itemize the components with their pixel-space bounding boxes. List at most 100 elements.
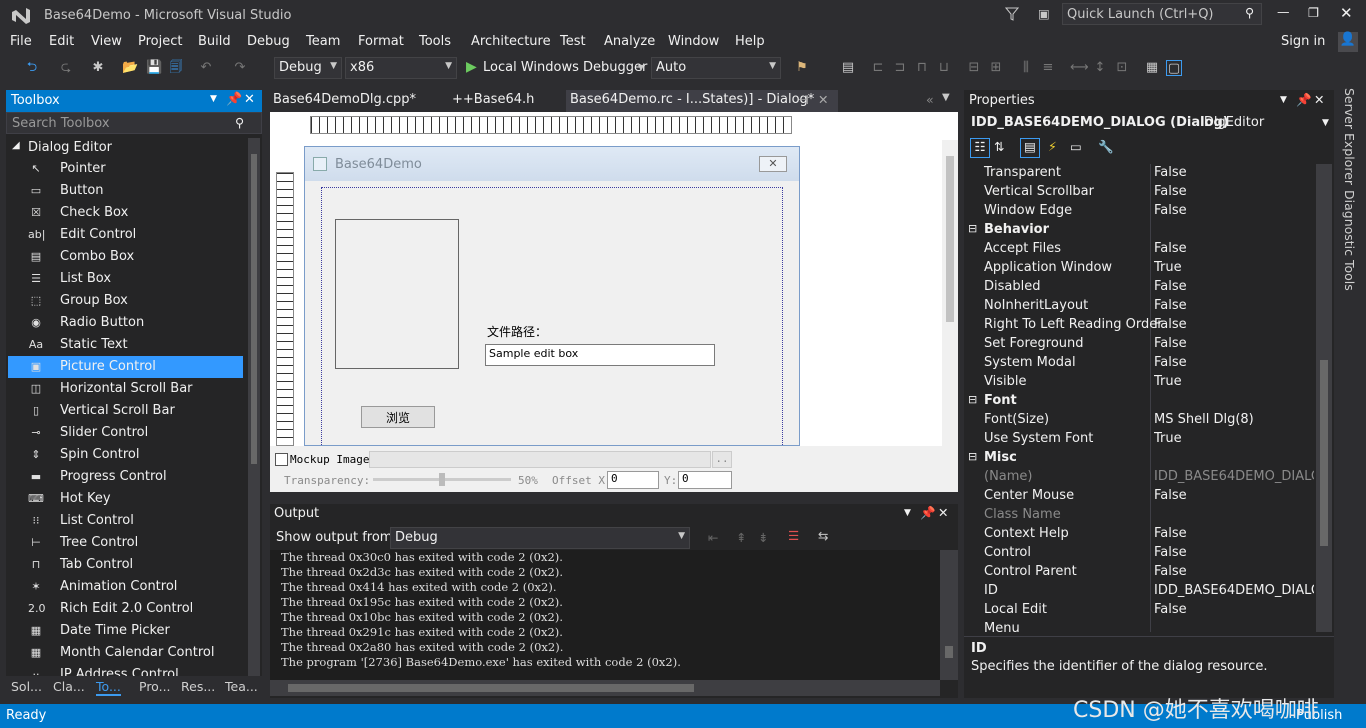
- feedback-icon[interactable]: ▣: [1038, 6, 1050, 21]
- property-row[interactable]: (Name) IDD_BASE64DEMO_DIALOG: [964, 468, 1314, 487]
- menu-test[interactable]: Test: [560, 34, 586, 49]
- toggle-guides-icon[interactable]: ▢: [1166, 60, 1182, 76]
- toolbox-item[interactable]: ☒ Check Box: [8, 202, 243, 224]
- toolbox-search-input[interactable]: Search Toolbox ⚲: [6, 112, 262, 134]
- toolbox-item[interactable]: ⊢ Tree Control: [8, 532, 243, 554]
- property-row[interactable]: Set Foreground False: [964, 335, 1314, 354]
- toolbox-item[interactable]: 2.0 Rich Edit 2.0 Control: [8, 598, 243, 620]
- property-row[interactable]: ID IDD_BASE64DEMO_DIALOG: [964, 582, 1314, 601]
- tab-property-manager[interactable]: Pro...: [139, 679, 171, 694]
- toolbox-item[interactable]: Aa Static Text: [8, 334, 243, 356]
- property-row[interactable]: Accept Files False: [964, 240, 1314, 259]
- property-row[interactable]: Disabled False: [964, 278, 1314, 297]
- menu-analyze[interactable]: Analyze: [604, 34, 655, 49]
- chevron-down-icon[interactable]: ▼: [1280, 95, 1287, 105]
- make-same-width-icon[interactable]: ⟷: [1070, 60, 1089, 76]
- property-row[interactable]: Class Name: [964, 506, 1314, 525]
- menu-architecture[interactable]: Architecture: [471, 34, 551, 49]
- property-value[interactable]: False: [1154, 203, 1314, 218]
- property-row[interactable]: NoInheritLayout False: [964, 297, 1314, 316]
- close-icon[interactable]: ✕: [1314, 92, 1324, 107]
- property-row[interactable]: Vertical Scrollbar False: [964, 183, 1314, 202]
- control-events-icon[interactable]: ⚡: [1048, 139, 1057, 154]
- sign-in-link[interactable]: Sign in: [1281, 34, 1325, 49]
- tab-class-view[interactable]: Cla...: [53, 679, 85, 694]
- toolbox-section-dialog-editor[interactable]: ◢ Dialog Editor: [6, 138, 246, 158]
- property-category[interactable]: ⊟ Behavior: [964, 221, 1314, 240]
- menu-view[interactable]: View: [91, 34, 122, 49]
- dialog-preview[interactable]: Base64Demo ✕ 文件路径： Sample edit box 浏览: [304, 146, 800, 446]
- close-icon[interactable]: ✕: [244, 92, 255, 107]
- tab-diagnostic-tools[interactable]: Diagnostic Tools: [1342, 190, 1357, 291]
- word-wrap-icon[interactable]: ⇆: [818, 528, 828, 543]
- open-file-icon[interactable]: 📂: [122, 60, 138, 76]
- account-icon[interactable]: 👤: [1338, 32, 1358, 52]
- toolbox-item[interactable]: ▦ Date Time Picker: [8, 620, 243, 642]
- pin-icon[interactable]: 📌: [1296, 92, 1312, 108]
- property-value[interactable]: False: [1154, 165, 1314, 180]
- toolbox-item[interactable]: ▦ Month Calendar Control: [8, 642, 243, 664]
- pin-icon[interactable]: 📌: [226, 92, 242, 107]
- output-hscroll-thumb[interactable]: [288, 684, 694, 692]
- space-down-icon[interactable]: ≡: [1040, 60, 1056, 76]
- toolbox-item[interactable]: ▣ Picture Control: [8, 356, 243, 378]
- property-row[interactable]: Context Help False: [964, 525, 1314, 544]
- debugger-mode-select[interactable]: Auto ▼: [651, 57, 781, 79]
- tab-resource-view[interactable]: Res...: [181, 679, 215, 694]
- chevron-down-icon[interactable]: ▼: [638, 63, 644, 72]
- menu-tools[interactable]: Tools: [419, 34, 451, 49]
- property-value[interactable]: False: [1154, 336, 1314, 351]
- toolbox-item[interactable]: ▯ Vertical Scroll Bar: [8, 400, 243, 422]
- menu-team[interactable]: Team: [306, 34, 340, 49]
- make-same-height-icon[interactable]: ↕: [1092, 60, 1108, 76]
- offset-y-spinner[interactable]: 0: [678, 471, 732, 489]
- toolbox-item[interactable]: ◫ Horizontal Scroll Bar: [8, 378, 243, 400]
- undo-icon[interactable]: ↶: [198, 60, 214, 76]
- find-in-files-icon[interactable]: ⚑: [794, 60, 810, 76]
- property-value[interactable]: False: [1154, 355, 1314, 370]
- property-category[interactable]: ⊟ Font: [964, 392, 1314, 411]
- properties-object-select[interactable]: IDD_BASE64DEMO_DIALOG (Dialog) IDlgEdito…: [964, 112, 1330, 134]
- output-vscroll-thumb[interactable]: [945, 646, 953, 658]
- menu-help[interactable]: Help: [735, 34, 765, 49]
- tab-overflow-icon[interactable]: «: [926, 92, 934, 107]
- chevron-down-icon[interactable]: ▼: [210, 94, 217, 104]
- toolbox-item[interactable]: ▤ Combo Box: [8, 246, 243, 268]
- property-value[interactable]: False: [1154, 184, 1314, 199]
- center-horizontal-icon[interactable]: ⊞: [988, 60, 1004, 76]
- menu-project[interactable]: Project: [138, 34, 182, 49]
- property-value[interactable]: True: [1154, 260, 1314, 275]
- property-value[interactable]: False: [1154, 241, 1314, 256]
- toolbox-scrollbar[interactable]: [248, 138, 260, 678]
- property-row[interactable]: Local Edit False: [964, 601, 1314, 620]
- close-icon[interactable]: ✕: [818, 92, 828, 107]
- menu-file[interactable]: File: [10, 34, 32, 49]
- center-vertical-icon[interactable]: ⊟: [966, 60, 982, 76]
- mockup-checkbox[interactable]: [275, 453, 288, 466]
- collapse-icon[interactable]: ⊟: [968, 450, 977, 463]
- property-value[interactable]: True: [1154, 431, 1314, 446]
- filter-icon[interactable]: [1005, 7, 1019, 21]
- properties-icon[interactable]: ▤: [1020, 138, 1040, 158]
- property-row[interactable]: Control False: [964, 544, 1314, 563]
- property-row[interactable]: Control Parent False: [964, 563, 1314, 582]
- align-bottom-icon[interactable]: ⊔: [936, 60, 952, 76]
- align-top-icon[interactable]: ⊓: [914, 60, 930, 76]
- tab-base64-h[interactable]: ++Base64.h: [452, 92, 534, 107]
- transparency-slider[interactable]: [373, 473, 511, 486]
- back-icon[interactable]: ⮌: [24, 60, 40, 76]
- output-text[interactable]: The thread 0x30c0 has exited with code 2…: [270, 550, 940, 680]
- toolbox-item[interactable]: ◉ Radio Button: [8, 312, 243, 334]
- property-row[interactable]: System Modal False: [964, 354, 1314, 373]
- output-vertical-scrollbar[interactable]: [940, 550, 958, 680]
- clear-all-icon[interactable]: ☰: [788, 528, 799, 543]
- platform-select[interactable]: x86 ▼: [345, 57, 457, 79]
- property-value[interactable]: False: [1154, 602, 1314, 617]
- property-value[interactable]: False: [1154, 279, 1314, 294]
- collapse-icon[interactable]: ⊟: [968, 222, 977, 235]
- offset-x-spinner[interactable]: 0: [607, 471, 659, 489]
- property-pages-icon[interactable]: 🔧: [1098, 139, 1114, 155]
- toolbox-item[interactable]: ▬ Progress Control: [8, 466, 243, 488]
- designer-scrollbar[interactable]: [942, 140, 958, 446]
- property-row[interactable]: Center Mouse False: [964, 487, 1314, 506]
